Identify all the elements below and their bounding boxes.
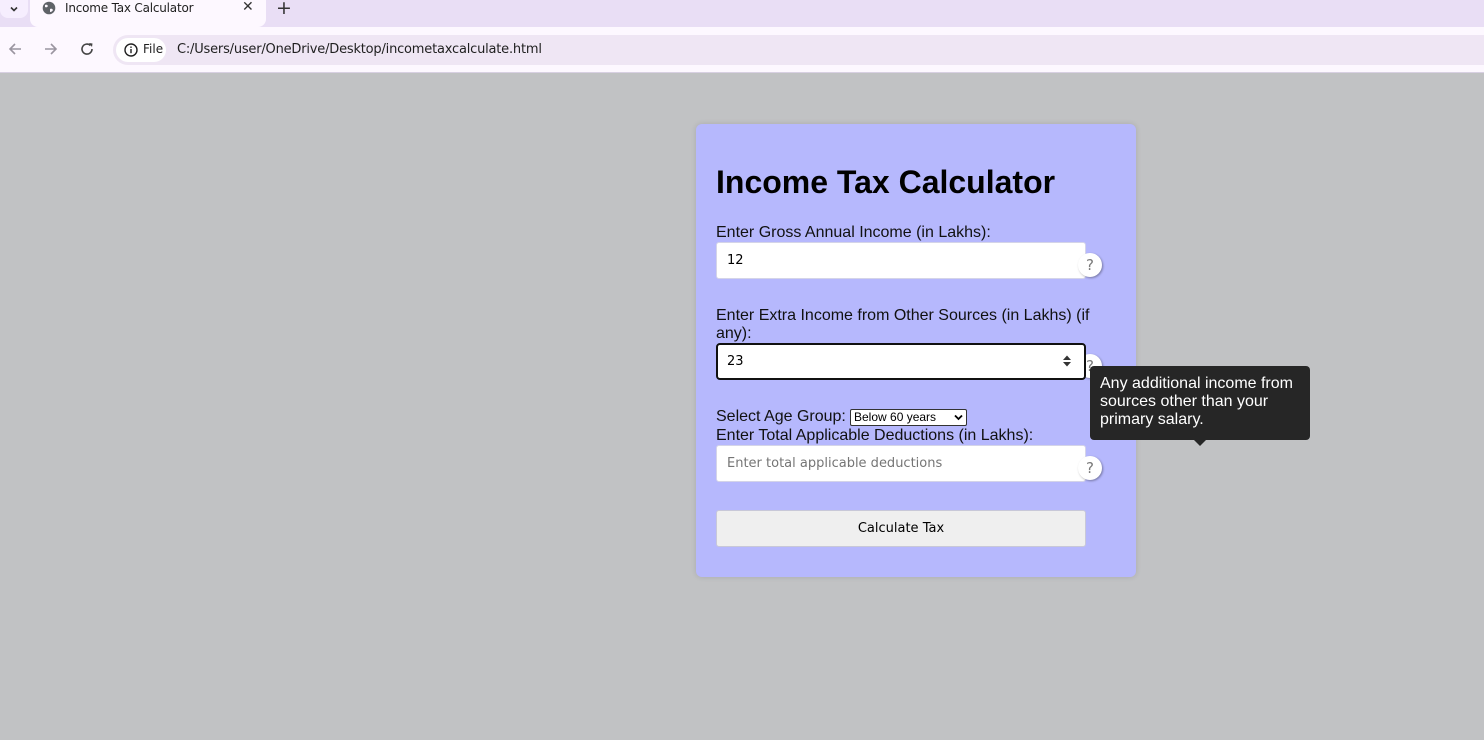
gross-income-label: Enter Gross Annual Income (in Lakhs): xyxy=(716,224,991,241)
age-group-selected-value: Below 60 years xyxy=(854,410,937,424)
url-text[interactable]: C:/Users/user/OneDrive/Desktop/incometax… xyxy=(177,42,542,57)
forward-button[interactable] xyxy=(41,39,61,59)
deductions-label: Enter Total Applicable Deductions (in La… xyxy=(716,427,1034,444)
gross-income-help-button[interactable]: ? xyxy=(1078,253,1102,277)
tab-search-button[interactable] xyxy=(0,0,28,18)
age-group-label: Select Age Group: xyxy=(716,408,846,425)
deductions-help-button[interactable]: ? xyxy=(1078,456,1102,480)
browser-toolbar: File C:/Users/user/OneDrive/Desktop/inco… xyxy=(0,27,1484,73)
back-arrow-icon xyxy=(8,43,21,55)
number-spinner-icon[interactable] xyxy=(1062,354,1072,368)
globe-icon xyxy=(42,1,56,15)
forward-arrow-icon xyxy=(45,43,58,55)
back-button[interactable] xyxy=(5,39,25,59)
tab-menu-icon xyxy=(10,6,18,12)
page-title: Income Tax Calculator xyxy=(716,164,1056,200)
age-group-select[interactable]: Below 60 years xyxy=(850,409,967,426)
scheme-label: File xyxy=(143,42,164,56)
gross-income-input[interactable] xyxy=(716,242,1086,279)
extra-income-label: Enter Extra Income from Other Sources (i… xyxy=(716,307,1090,342)
tab-title: Income Tax Calculator xyxy=(65,1,194,15)
calculate-tax-button[interactable]: Calculate Tax xyxy=(716,510,1086,547)
address-bar[interactable]: File C:/Users/user/OneDrive/Desktop/inco… xyxy=(113,35,1484,65)
reload-icon xyxy=(81,43,93,55)
deductions-input[interactable] xyxy=(716,445,1086,482)
close-icon[interactable]: ✕ xyxy=(242,0,254,15)
tooltip-arrow xyxy=(1194,440,1206,446)
tooltip-text: Any additional income from sources other… xyxy=(1100,375,1293,428)
reload-button[interactable] xyxy=(77,39,97,59)
extra-income-input[interactable] xyxy=(716,343,1086,380)
site-info-chip[interactable]: File xyxy=(116,38,166,62)
extra-income-tooltip: Any additional income from sources other… xyxy=(1090,366,1310,446)
info-icon xyxy=(124,43,138,57)
chevron-down-icon xyxy=(954,414,963,421)
plus-icon[interactable]: + xyxy=(276,0,292,19)
calculator-card: Income Tax Calculator Enter Gross Annual… xyxy=(696,124,1136,577)
tab-strip: Income Tax Calculator ✕ + xyxy=(0,0,1484,27)
active-tab[interactable]: Income Tax Calculator ✕ xyxy=(30,0,266,27)
